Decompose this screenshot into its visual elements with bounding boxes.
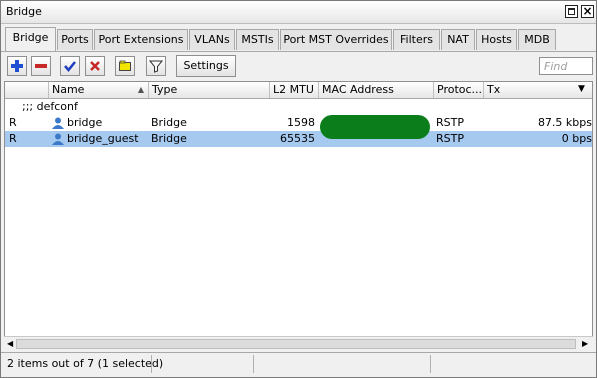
title-bar[interactable]: Bridge ×: [1, 1, 596, 24]
status-divider: [430, 355, 431, 373]
bridge-interface-icon: [52, 133, 64, 145]
enable-button[interactable]: [60, 56, 80, 76]
row-protocol: RSTP: [436, 116, 464, 129]
add-button[interactable]: [7, 56, 27, 76]
row-name: bridge: [67, 116, 103, 129]
row-l2mtu: 1598: [287, 116, 315, 129]
status-bar: 2 items out of 7 (1 selected): [1, 352, 596, 375]
tab-port-mst-overrides[interactable]: Port MST Overrides: [280, 29, 392, 50]
scroll-left-icon[interactable]: ◀: [7, 339, 13, 348]
scrollbar-thumb[interactable]: [16, 339, 576, 349]
tab-vlans[interactable]: VLANs: [189, 29, 235, 50]
close-button[interactable]: ×: [581, 5, 594, 18]
mac-redaction-mask: [320, 115, 430, 139]
row-tx: 87.5 kbps: [537, 116, 592, 129]
column-header-tx[interactable]: Tx: [484, 82, 578, 98]
remove-icon: [35, 64, 47, 68]
tab-filters[interactable]: Filters: [393, 29, 440, 50]
tab-ports[interactable]: Ports: [57, 29, 93, 50]
row-l2mtu: 65535: [280, 132, 315, 145]
column-header-protocol[interactable]: Protoc...: [434, 82, 484, 98]
row-type: Bridge: [151, 132, 187, 145]
window-title: Bridge: [6, 5, 42, 18]
row-flag: R: [9, 116, 17, 129]
group-comment-row[interactable]: ;;; defconf: [5, 99, 592, 115]
filter-button[interactable]: [146, 56, 166, 76]
add-icon: [11, 60, 23, 72]
table-header: Name ▲ Type L2 MTU MAC Address Protoc...…: [5, 82, 592, 99]
status-text: 2 items out of 7 (1 selected): [7, 357, 164, 370]
settings-button[interactable]: Settings: [176, 55, 236, 77]
close-icon: ×: [582, 4, 593, 18]
find-input[interactable]: [539, 57, 593, 75]
column-header-mac-address[interactable]: MAC Address: [319, 82, 434, 98]
comment-button[interactable]: [115, 56, 135, 76]
filter-icon: [149, 60, 163, 73]
column-header-name-label: Name: [52, 83, 85, 96]
column-header-flags[interactable]: [5, 82, 49, 98]
group-comment: ;;; defconf: [22, 100, 78, 113]
column-header-type[interactable]: Type: [149, 82, 270, 98]
column-header-name[interactable]: Name ▲: [49, 82, 149, 98]
bridge-window: Bridge × Bridge Ports Port Extensions VL…: [0, 0, 597, 378]
row-name: bridge_guest: [67, 132, 139, 145]
enable-icon: [64, 61, 76, 72]
scroll-right-icon[interactable]: ▶: [582, 339, 588, 348]
table-row[interactable]: R bridge Bridge 1598 RSTP 87.5 kbps: [5, 115, 592, 131]
comment-icon: [119, 60, 131, 71]
tab-bridge[interactable]: Bridge: [5, 27, 56, 51]
tab-hosts[interactable]: Hosts: [476, 29, 517, 50]
column-header-l2mtu[interactable]: L2 MTU: [270, 82, 319, 98]
row-type: Bridge: [151, 116, 187, 129]
tab-mstis[interactable]: MSTIs: [236, 29, 279, 50]
row-tx: 0 bps: [561, 132, 592, 145]
status-divider: [253, 355, 254, 373]
toolbar: Settings: [1, 51, 596, 82]
tab-mdb[interactable]: MDB: [518, 29, 556, 50]
sort-ascending-icon: ▲: [137, 85, 144, 94]
column-menu-icon[interactable]: ▼: [578, 84, 585, 94]
status-divider: [151, 355, 152, 373]
horizontal-scrollbar[interactable]: ◀ ▶: [4, 336, 593, 352]
tab-nat[interactable]: NAT: [441, 29, 475, 50]
remove-button[interactable]: [31, 56, 51, 76]
row-protocol: RSTP: [436, 132, 464, 145]
row-flag: R: [9, 132, 17, 145]
maximize-button[interactable]: [565, 5, 578, 18]
disable-button[interactable]: [85, 56, 105, 76]
disable-icon: [90, 61, 100, 71]
bridge-interface-icon: [52, 117, 64, 129]
bridge-table: Name ▲ Type L2 MTU MAC Address Protoc...…: [4, 81, 593, 351]
table-row[interactable]: R bridge_guest Bridge 65535 RSTP 0 bps: [5, 131, 592, 147]
tab-port-extensions[interactable]: Port Extensions: [94, 29, 188, 50]
